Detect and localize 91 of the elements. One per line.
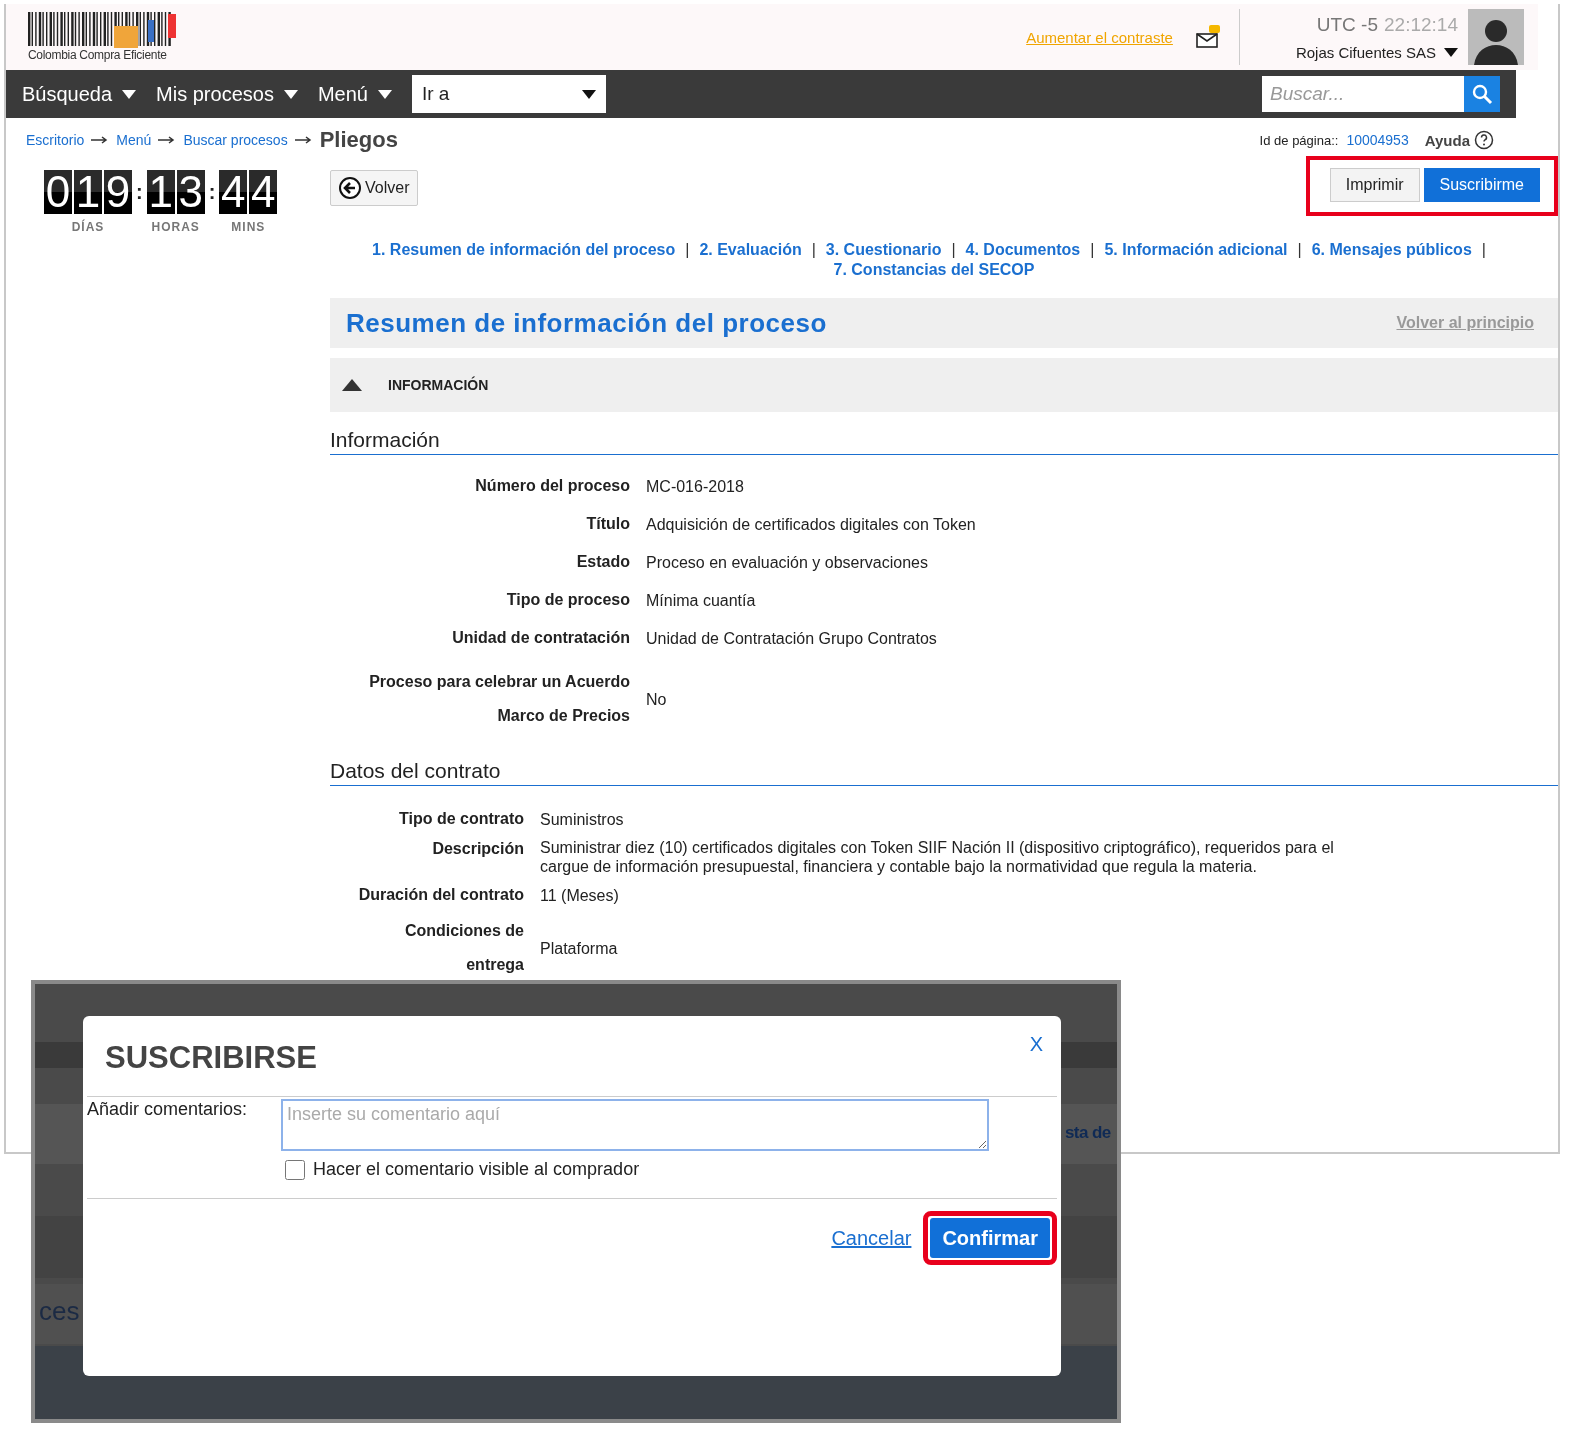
goto-dropdown[interactable]: Ir a — [411, 75, 606, 113]
nav-menu[interactable]: Búsqueda — [22, 82, 137, 106]
countdown-digit: 1 — [146, 170, 175, 214]
search-button[interactable] — [1464, 76, 1500, 112]
comment-label: Añadir comentarios: — [87, 1099, 249, 1121]
logo-text: Colombia Compra Eficiente — [28, 48, 167, 62]
countdown-digit: 4 — [219, 170, 248, 214]
help-link[interactable]: Ayuda — [1424, 131, 1470, 149]
cancel-link[interactable]: Cancelar — [831, 1226, 912, 1250]
countdown-label: DÍAS — [71, 220, 105, 234]
field-value: Suministrar diez (10) certificados digitales con Token SIIF Nación II (dispositivo criptográfico), requeridos para el cargue de información presupuestal, financiera y contable bajo la normatividad que regula la materia. — [540, 838, 1335, 876]
page-title: Pliegos — [319, 127, 398, 153]
countdown-digit: 1 — [74, 170, 102, 214]
checkbox[interactable] — [285, 1159, 305, 1180]
section-link[interactable]: 6. Mensajes públicos — [1311, 241, 1472, 258]
breadcrumb-link[interactable]: Buscar procesos — [183, 132, 288, 148]
colon-separator: : — [208, 180, 216, 205]
page-id-value: 10004953 — [1346, 132, 1409, 148]
link-separator: | — [1297, 241, 1302, 258]
section-title: Resumen de información del proceso — [346, 307, 827, 339]
field-label: Duración del contrato — [357, 885, 524, 905]
countdown-digit: 4 — [249, 170, 278, 214]
countdown-digit: 3 — [176, 170, 205, 214]
help-icon[interactable] — [1474, 130, 1494, 150]
breadcrumb-link[interactable]: Menú — [116, 132, 152, 148]
link-separator: | — [951, 241, 956, 258]
field-value: Unidad de Contratación Grupo Contratos — [646, 628, 938, 648]
subscribe-button[interactable]: Suscribirme — [1423, 168, 1540, 202]
caret-icon — [581, 89, 596, 99]
visible-checkbox-label[interactable]: Hacer el comentario visible al comprador — [285, 1159, 1057, 1180]
breadcrumb-link[interactable]: Escritorio — [26, 132, 85, 148]
group-title: Datos del contrato — [330, 759, 1558, 786]
search-field[interactable]: Buscar... — [1262, 76, 1464, 112]
field-label: Tipo de contrato — [397, 809, 524, 829]
arrow-icon — [91, 136, 110, 144]
page-id-label: Id de página:: — [1259, 132, 1339, 148]
countdown-digit: 0 — [44, 170, 72, 214]
field-value: MC-016-2018 — [646, 476, 745, 496]
field-value: Plataforma — [540, 938, 619, 958]
field-value: No — [646, 689, 668, 709]
field-label: Condiciones de entrega — [403, 921, 524, 975]
group-title: Información — [330, 428, 1558, 455]
close-button[interactable]: X — [1023, 1032, 1049, 1057]
field-value: Proceso en evaluación y observaciones — [646, 552, 929, 572]
field-label: Estado — [575, 552, 630, 572]
countdown-label: MINS — [231, 220, 266, 234]
link-separator: | — [1481, 241, 1486, 258]
field-label: Proceso para celebrar un Acuerdo Marco de Precios — [368, 672, 630, 726]
field-value: Adquisición de certificados digitales con Token — [646, 514, 977, 534]
section-link[interactable]: 2. Evaluación — [699, 241, 802, 258]
field-value: Suministros — [540, 809, 625, 829]
section-link[interactable]: 4. Documentos — [965, 241, 1081, 258]
clock-time: 22:12:14 — [1384, 13, 1458, 36]
user-menu[interactable]: Rojas Cifuentes SAS — [1295, 43, 1458, 61]
field-label: Título — [585, 514, 630, 534]
caret-icon — [122, 89, 137, 99]
timezone-label: UTC -5 — [1316, 13, 1379, 36]
print-button[interactable]: Imprimir — [1329, 168, 1420, 202]
arrow-icon — [294, 136, 313, 144]
colon-separator: : — [136, 180, 143, 205]
back-button[interactable]: Volver — [330, 170, 419, 206]
countdown-digit: 9 — [104, 170, 132, 214]
collapse-icon — [342, 379, 362, 391]
mail-icon[interactable] — [1194, 24, 1221, 50]
section-link[interactable]: 7. Constancias del SECOP — [833, 261, 1035, 278]
section-link[interactable]: 5. Información adicional — [1104, 241, 1288, 258]
link-separator: | — [811, 241, 816, 258]
field-label: Tipo de proceso — [505, 590, 630, 610]
collapsible-panel[interactable]: INFORMACIÓN — [330, 358, 1558, 412]
avatar-icon[interactable] — [1468, 9, 1524, 65]
countdown-label: HORAS — [151, 220, 200, 234]
field-value: Mínima cuantía — [646, 590, 757, 610]
comment-field[interactable]: Inserte su comentario aquí — [281, 1099, 989, 1151]
nav-menu[interactable]: Menú — [317, 82, 392, 106]
caret-icon — [377, 89, 392, 99]
field-label: Unidad de contratación — [451, 628, 630, 648]
nav-menu[interactable]: Mis procesos — [156, 82, 298, 106]
background-text: sta de — [1065, 1123, 1111, 1143]
section-link[interactable]: 3. Cuestionario — [825, 241, 942, 258]
arrow-icon — [158, 136, 177, 144]
confirm-button[interactable]: Confirmar — [930, 1218, 1050, 1258]
caret-icon — [1444, 47, 1458, 57]
search-icon — [1471, 83, 1493, 105]
field-value: 11 (Meses) — [540, 885, 620, 905]
link-separator: | — [685, 241, 690, 258]
caret-icon — [283, 89, 298, 99]
field-label: Número del proceso — [474, 476, 630, 496]
field-label: Descripción — [431, 839, 524, 859]
link-separator: | — [1090, 241, 1095, 258]
section-link[interactable]: 1. Resumen de información del proceso — [372, 241, 676, 258]
dialog-title: SUSCRIBIRSE — [105, 1040, 317, 1077]
